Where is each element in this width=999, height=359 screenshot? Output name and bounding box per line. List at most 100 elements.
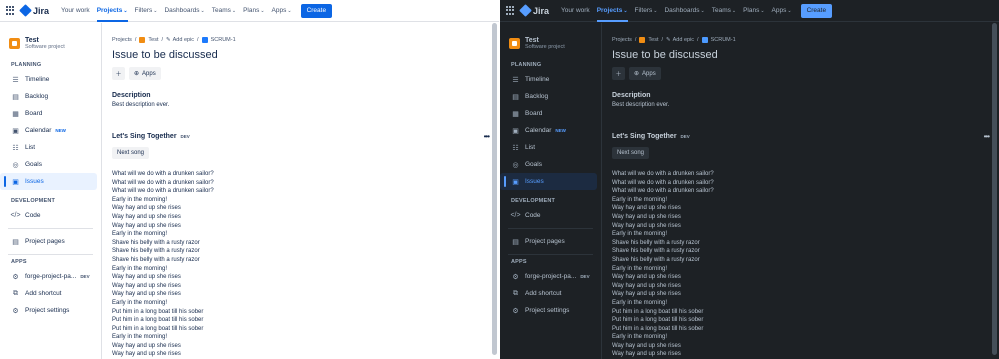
- issue-title[interactable]: Issue to be discussed: [612, 49, 989, 61]
- sidebar-item-goals[interactable]: ◎ Goals: [500, 156, 597, 173]
- add-epic-link[interactable]: Add epic: [173, 37, 194, 43]
- sidebar-item-issues[interactable]: ▣ Issues: [500, 173, 597, 190]
- lyric-line: Way hay and up she rises: [612, 213, 681, 220]
- project-name: Test: [25, 37, 39, 44]
- sidebar-item-goals[interactable]: ◎ Goals: [0, 156, 97, 173]
- sidebar-item-label: Timeline: [25, 76, 50, 83]
- lyric-line: Shave his belly with a rusty razor: [612, 256, 700, 263]
- sidebar-item-timeline[interactable]: ☰ Timeline: [500, 71, 597, 88]
- nav-items: Your work Projects ⌄ Filters ⌄ Dashboards ⌄ Tea…: [561, 0, 799, 22]
- lyric-line: Shave his belly with a rusty razor: [112, 248, 200, 255]
- timeline-icon: ☰: [12, 76, 19, 84]
- sidebar-item-label: forge-project-pa...: [525, 273, 577, 280]
- task-type-icon: [201, 37, 208, 43]
- code-icon: </>: [10, 212, 21, 219]
- sidebar-item-project-pages[interactable]: ▤ Project pages: [0, 233, 97, 250]
- app-switcher-icon[interactable]: [506, 6, 515, 15]
- scrollbar[interactable]: [992, 23, 997, 355]
- lyric-line: Way hay and up she rises: [112, 205, 181, 212]
- lyric-line: What will we do with a drunken sailor?: [612, 179, 714, 186]
- nav-item-your-work[interactable]: Your work: [61, 0, 90, 22]
- sidebar-item-issues[interactable]: ▣ Issues: [0, 173, 97, 190]
- apps-button-label: Apps: [642, 70, 656, 77]
- sidebar-item-forge-app[interactable]: ⚙ forge-project-pa... DEV: [0, 268, 97, 285]
- lyric-line: Early in the morning!: [112, 299, 168, 306]
- more-actions-icon[interactable]: •••: [984, 132, 990, 141]
- more-actions-icon[interactable]: •••: [484, 132, 490, 141]
- description-text[interactable]: Best description ever.: [112, 102, 489, 108]
- sidebar-item-code[interactable]: </> Code: [500, 207, 597, 224]
- apps-button[interactable]: ⊕ Apps: [629, 67, 661, 80]
- nav-item-apps[interactable]: Apps ⌄: [272, 0, 292, 22]
- jira-logo[interactable]: Jira: [519, 4, 550, 17]
- add-button[interactable]: ＋: [612, 67, 625, 80]
- issue-key-link[interactable]: SCRUM-1: [211, 37, 236, 43]
- sidebar-item-calendar[interactable]: ▣ Calendar NEW: [500, 122, 597, 139]
- nav-items: Your work Projects ⌄ Filters ⌄ Dashboards ⌄ Tea…: [61, 0, 299, 22]
- sidebar-item-timeline[interactable]: ☰ Timeline: [0, 71, 97, 88]
- sidebar-item-code[interactable]: </> Code: [0, 207, 97, 224]
- sidebar-item-calendar[interactable]: ▣ Calendar NEW: [0, 122, 97, 139]
- sidebar-item-project-settings[interactable]: ⚙ Project settings: [0, 302, 97, 319]
- sidebar-item-backlog[interactable]: ▤ Backlog: [500, 88, 597, 105]
- sidebar-item-project-settings[interactable]: ⚙ Project settings: [500, 302, 597, 319]
- plus-icon: ＋: [115, 72, 122, 78]
- sidebar-item-backlog[interactable]: ▤ Backlog: [0, 88, 97, 105]
- nav-item-plans[interactable]: Plans ⌄: [243, 0, 264, 22]
- nav-item-projects[interactable]: Projects ⌄: [96, 0, 128, 22]
- lyric-line: What will we do with a drunken sailor?: [112, 171, 214, 177]
- sidebar-item-list[interactable]: ☷ List: [0, 139, 97, 156]
- project-header[interactable]: Test Software project: [0, 23, 101, 50]
- create-button[interactable]: Create: [300, 3, 333, 18]
- chevron-down-icon: ⌄: [231, 7, 237, 14]
- chevron-down-icon: ⌄: [787, 7, 792, 14]
- nav-item-teams[interactable]: Teams ⌄: [712, 0, 736, 22]
- nav-item-dashboards[interactable]: Dashboards ⌄: [164, 0, 204, 22]
- lyric-line: Early in the morning!: [612, 231, 668, 238]
- nav-item-your-work[interactable]: Your work: [561, 0, 590, 22]
- backlog-icon: ▤: [12, 93, 19, 101]
- description-text[interactable]: Best description ever.: [612, 102, 989, 108]
- lyric-line: Early in the morning!: [112, 231, 168, 238]
- panel-title: Let's Sing Together: [612, 133, 677, 140]
- nav-item-filters[interactable]: Filters ⌄: [635, 0, 658, 22]
- app-switcher-icon[interactable]: [6, 6, 15, 15]
- breadcrumb-projects-link[interactable]: Projects: [112, 37, 132, 43]
- calendar-icon: ▣: [12, 127, 19, 135]
- sidebar-item-add-shortcut[interactable]: ⧉ Add shortcut: [0, 285, 97, 302]
- pencil-icon: ✎: [166, 37, 171, 43]
- issue-key-link[interactable]: SCRUM-1: [711, 37, 736, 43]
- scrollbar[interactable]: [492, 23, 497, 355]
- next-song-button[interactable]: Next song: [612, 147, 650, 159]
- nav-item-teams[interactable]: Teams ⌄: [212, 0, 236, 22]
- sidebar-item-add-shortcut[interactable]: ⧉ Add shortcut: [500, 285, 597, 302]
- project-header[interactable]: Test Software project: [500, 23, 601, 50]
- sidebar-item-board[interactable]: ▦ Board: [500, 105, 597, 122]
- jira-logo[interactable]: Jira: [19, 4, 49, 17]
- plus-icon: ＋: [615, 72, 622, 78]
- code-icon: </>: [510, 212, 521, 219]
- apps-button[interactable]: ⊕ Apps: [129, 67, 161, 80]
- top-navigation: Jira Your work Projects ⌄ Filters ⌄ Dashboard…: [500, 0, 999, 22]
- add-epic-link[interactable]: Add epic: [673, 37, 694, 43]
- sidebar-item-board[interactable]: ▦ Board: [0, 105, 97, 122]
- sidebar-item-list[interactable]: ☷ List: [500, 139, 597, 156]
- create-button[interactable]: Create: [800, 3, 833, 18]
- lyrics: What will we do with a drunken sailor? Wh…: [112, 170, 489, 359]
- issue-title[interactable]: Issue to be discussed: [112, 49, 489, 61]
- breadcrumb-project-link[interactable]: Test: [648, 37, 658, 43]
- breadcrumb-project-link[interactable]: Test: [148, 37, 158, 43]
- breadcrumb-projects-link[interactable]: Projects: [612, 37, 632, 43]
- nav-item-apps[interactable]: Apps ⌄: [772, 0, 792, 22]
- nav-item-plans[interactable]: Plans ⌄: [743, 0, 764, 22]
- divider: [8, 228, 93, 229]
- goals-icon: ◎: [12, 161, 19, 169]
- nav-item-dashboards[interactable]: Dashboards ⌄: [664, 0, 704, 22]
- sidebar-item-forge-app[interactable]: ⚙ forge-project-pa... DEV: [500, 268, 597, 285]
- next-song-button[interactable]: Next song: [112, 147, 150, 159]
- app-name: Jira: [533, 5, 550, 16]
- nav-item-projects[interactable]: Projects ⌄: [596, 0, 628, 22]
- sidebar-item-project-pages[interactable]: ▤ Project pages: [500, 233, 597, 250]
- add-button[interactable]: ＋: [112, 67, 125, 80]
- nav-item-filters[interactable]: Filters ⌄: [135, 0, 158, 22]
